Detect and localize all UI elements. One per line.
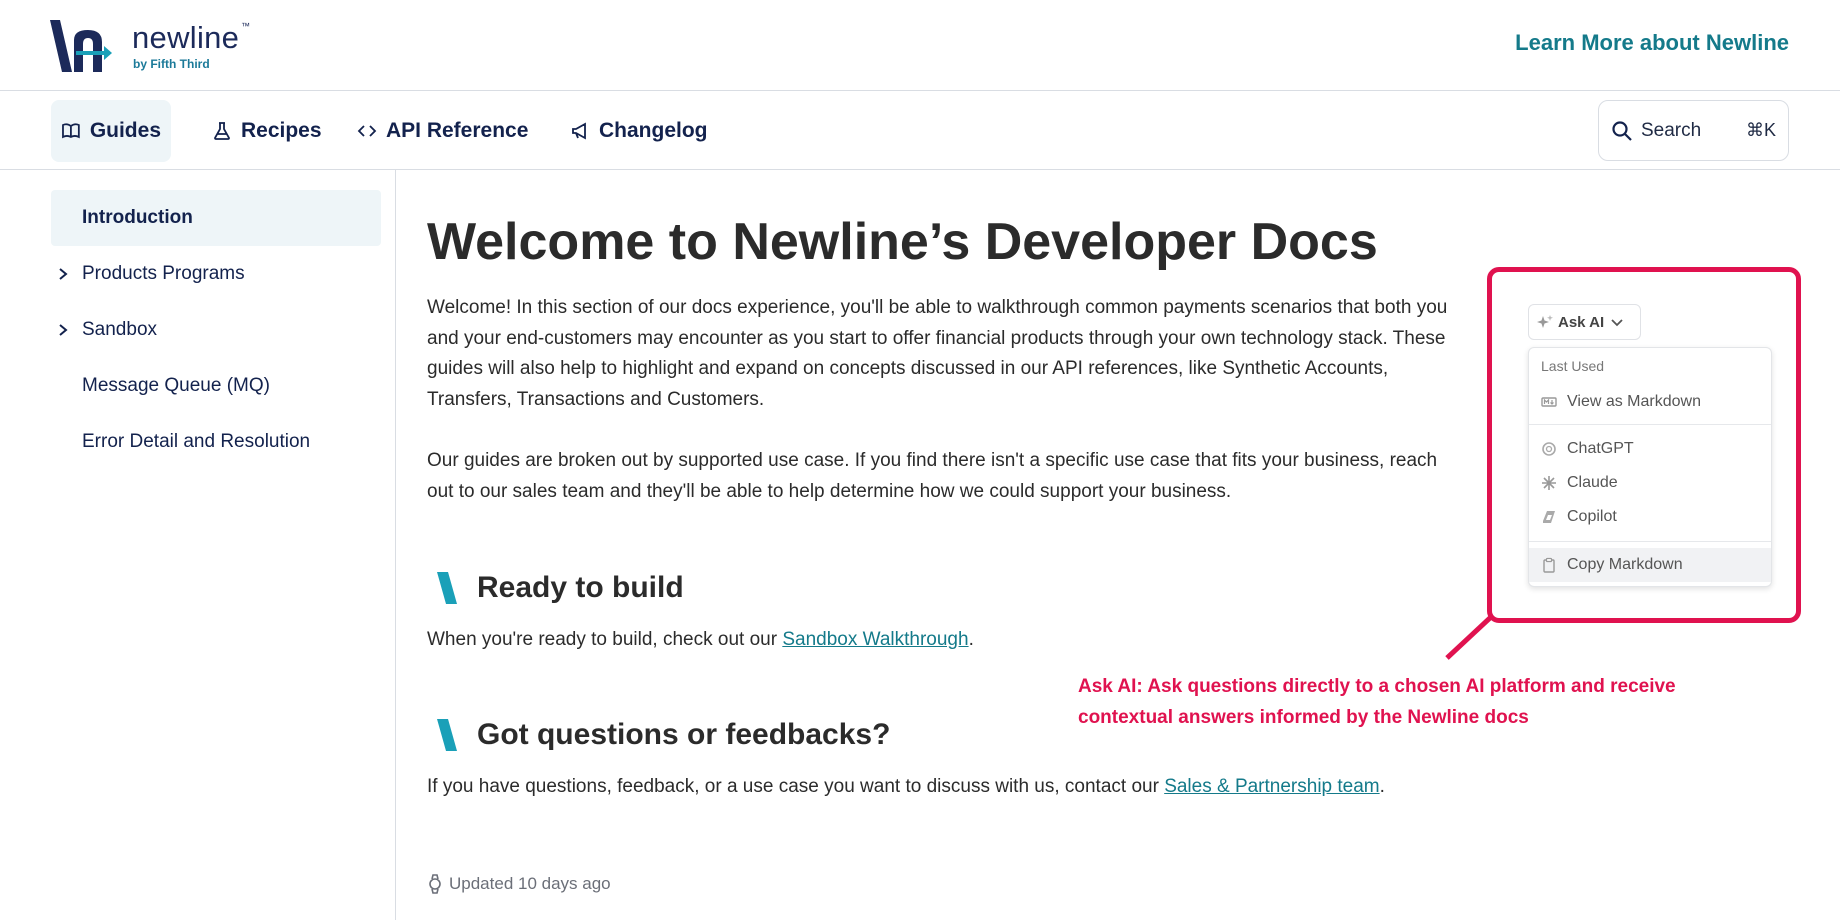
ready-text-end: . [968, 629, 974, 650]
chevron-right-icon[interactable] [56, 267, 70, 281]
sidebar-item-message-queue[interactable]: Message Queue (MQ) [51, 358, 381, 414]
section-heading: Got questions or feedbacks? [477, 718, 891, 751]
flask-icon [214, 122, 230, 140]
menu-item-copilot[interactable]: Copilot [1529, 500, 1771, 534]
code-icon [357, 125, 377, 137]
chatgpt-icon [1542, 442, 1556, 456]
section-marker [437, 719, 457, 751]
search-button[interactable]: Search ⌘K [1598, 100, 1789, 161]
megaphone-icon [572, 122, 586, 140]
intro-paragraph: Welcome! In this section of our docs exp… [427, 297, 1448, 410]
section-got-questions: Got questions or feedbacks? [437, 718, 890, 752]
guides-paragraph: Our guides are broken out by supported u… [427, 450, 1438, 502]
menu-item-claude[interactable]: Claude [1529, 466, 1771, 500]
section-heading: Ready to build [477, 571, 684, 604]
page-title: Welcome to Newline’s Developer Docs [427, 213, 1378, 271]
tab-guides[interactable]: Guides [51, 100, 171, 162]
markdown-icon [1541, 397, 1557, 407]
logo-subtitle: by Fifth Third [133, 57, 210, 71]
menu-item-copy-markdown[interactable]: Copy Markdown [1529, 548, 1771, 582]
tab-changelog[interactable]: Changelog [560, 100, 718, 162]
menu-item-label: ChatGPT [1567, 440, 1634, 457]
chevron-down-icon [1611, 319, 1623, 327]
questions-text-end: . [1379, 776, 1385, 797]
logo-wordmark: newline [132, 20, 240, 55]
search-shortcut: ⌘K [1745, 120, 1776, 140]
last-updated: Updated 10 days ago [427, 874, 611, 894]
sidebar-item-label: Products Programs [82, 263, 245, 284]
watch-icon [429, 874, 441, 894]
sidebar-item-label: Sandbox [82, 319, 158, 340]
ask-ai-annotation: Ask AI: Ask questions directly to a chos… [1078, 676, 1676, 728]
tab-label: Guides [89, 119, 161, 142]
tab-label: API Reference [386, 119, 529, 142]
menu-divider [1529, 541, 1771, 542]
sandbox-walkthrough-link[interactable]: Sandbox Walkthrough [782, 629, 968, 650]
copilot-icon [1543, 511, 1555, 523]
sidebar-item-label: Message Queue (MQ) [82, 375, 270, 396]
sparkle-icon [1537, 315, 1553, 328]
menu-item-label: Copy Markdown [1567, 556, 1683, 573]
sidebar-item-error-detail[interactable]: Error Detail and Resolution [51, 414, 381, 470]
ask-ai-label: Ask AI [1558, 313, 1605, 331]
tab-label: Changelog [599, 119, 708, 142]
last-updated-text: Updated 10 days ago [449, 874, 611, 893]
sidebar-item-sandbox[interactable]: Sandbox [51, 302, 381, 358]
logo-trademark: ™ [241, 21, 250, 31]
main-nav: Guides Recipes API Reference Changelog S… [0, 91, 1840, 170]
sidebar: Introduction Products Programs Sandbox M… [0, 170, 396, 920]
menu-divider [1529, 424, 1771, 425]
section-marker [437, 572, 457, 604]
search-label: Search [1641, 119, 1702, 141]
sidebar-item-label: Introduction [82, 207, 193, 228]
section-ready-to-build: Ready to build [437, 571, 684, 605]
menu-item-label: Copilot [1567, 508, 1617, 525]
menu-item-label: View as Markdown [1567, 393, 1701, 410]
newline-logo[interactable]: newline ™ by Fifth Third [50, 18, 260, 74]
ready-text: When you're ready to build, check out ou… [427, 629, 783, 650]
sidebar-item-label: Error Detail and Resolution [82, 431, 311, 452]
ask-ai-menu: Last Used View as Markdown ChatGPT Claud… [1528, 347, 1772, 587]
book-icon [62, 123, 80, 139]
newline-logo-mark [50, 20, 112, 72]
ask-ai-button[interactable]: Ask AI [1528, 304, 1641, 340]
menu-item-label: Claude [1567, 474, 1618, 491]
top-header: newline ™ by Fifth Third Learn More abou… [0, 0, 1840, 91]
questions-text: If you have questions, feedback, or a us… [427, 776, 1165, 797]
tab-label: Recipes [241, 119, 322, 142]
learn-more-link[interactable]: Learn More about Newline [1515, 30, 1789, 56]
chevron-right-icon[interactable] [56, 323, 70, 337]
sales-partnership-link[interactable]: Sales & Partnership team [1164, 776, 1379, 797]
questions-paragraph: If you have questions, feedback, or a us… [427, 772, 1527, 803]
search-icon [1612, 120, 1632, 141]
ask-ai-callout: Ask AI Last Used View as Markdown ChatGP… [1487, 267, 1801, 623]
menu-item-chatgpt[interactable]: ChatGPT [1529, 432, 1771, 466]
clipboard-icon [1543, 557, 1555, 573]
tab-api-reference[interactable]: API Reference [347, 100, 538, 162]
tab-recipes[interactable]: Recipes [202, 100, 332, 162]
sidebar-item-products-programs[interactable]: Products Programs [51, 246, 381, 302]
sidebar-item-introduction[interactable]: Introduction [51, 190, 381, 246]
claude-icon [1542, 476, 1556, 490]
menu-item-view-markdown[interactable]: View as Markdown [1529, 385, 1771, 419]
ready-paragraph: When you're ready to build, check out ou… [427, 625, 1457, 656]
menu-section-label: Last Used [1541, 358, 1605, 374]
